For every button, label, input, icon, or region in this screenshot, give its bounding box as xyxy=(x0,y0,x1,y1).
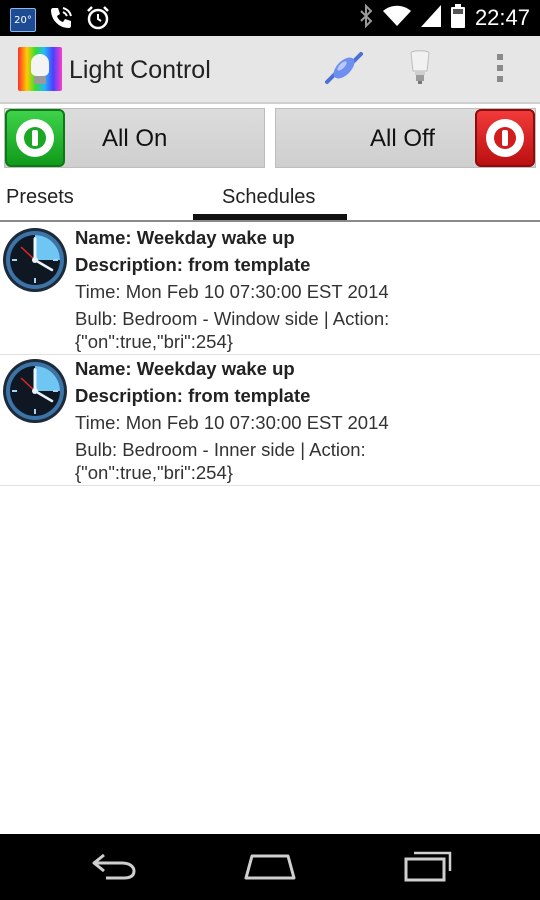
clock-icon xyxy=(2,358,68,424)
back-icon xyxy=(88,851,138,885)
schedule-action-value: {"on":true,"bri":254} xyxy=(75,331,233,352)
selected-tab-indicator xyxy=(193,214,347,220)
recent-apps-icon xyxy=(402,850,454,886)
schedule-description: Description: from template xyxy=(75,385,311,406)
power-off-icon xyxy=(475,109,535,167)
schedule-time: Time: Mon Feb 10 07:30:00 EST 2014 xyxy=(75,412,389,433)
back-button[interactable] xyxy=(83,848,143,888)
clock-time: 22:47 xyxy=(474,5,530,30)
schedule-item[interactable]: Name: Weekday wake up Description: from … xyxy=(0,355,540,486)
schedule-time: Time: Mon Feb 10 07:30:00 EST 2014 xyxy=(75,281,389,302)
schedule-description: Description: from template xyxy=(75,254,311,275)
tab-schedules[interactable]: Schedules xyxy=(222,186,315,209)
app-logo-icon xyxy=(18,47,62,91)
cell-signal-icon xyxy=(420,5,441,31)
weather-temperature-badge: 20° xyxy=(10,8,36,32)
all-off-label: All Off xyxy=(370,125,435,152)
power-on-icon xyxy=(5,109,65,167)
overflow-menu-icon xyxy=(495,52,505,88)
home-button[interactable] xyxy=(240,848,300,888)
action-bar: Light Control xyxy=(0,36,540,104)
phone-call-icon xyxy=(48,5,74,35)
bridge-connection-button[interactable] xyxy=(320,46,368,94)
navigation-bar xyxy=(0,834,540,900)
bluetooth-icon xyxy=(359,3,373,32)
recent-apps-button[interactable] xyxy=(398,848,458,888)
all-off-button[interactable]: All Off xyxy=(275,108,536,168)
bulb-icon xyxy=(407,49,433,91)
home-icon xyxy=(242,851,298,885)
schedule-name: Name: Weekday wake up xyxy=(75,227,295,248)
bridge-connection-icon xyxy=(321,48,367,92)
alarm-clock-icon xyxy=(86,5,110,35)
schedule-item[interactable]: Name: Weekday wake up Description: from … xyxy=(0,224,540,355)
overflow-menu-button[interactable] xyxy=(476,46,524,94)
all-on-label: All On xyxy=(102,125,168,152)
schedule-list: Name: Weekday wake up Description: from … xyxy=(0,224,540,486)
battery-icon xyxy=(450,4,465,32)
status-bar: 20° 22:47 xyxy=(0,0,540,36)
power-controls: All On All Off xyxy=(0,106,540,170)
clock-icon xyxy=(2,227,68,293)
bulbs-button[interactable] xyxy=(396,46,444,94)
wifi-icon xyxy=(382,5,411,31)
app-title: Light Control xyxy=(69,56,211,84)
schedule-action-value: {"on":true,"bri":254} xyxy=(75,462,233,483)
tab-bar: Presets Schedules xyxy=(0,174,540,222)
all-on-button[interactable]: All On xyxy=(4,108,265,168)
tab-presets[interactable]: Presets xyxy=(6,186,74,209)
schedule-name: Name: Weekday wake up xyxy=(75,358,295,379)
